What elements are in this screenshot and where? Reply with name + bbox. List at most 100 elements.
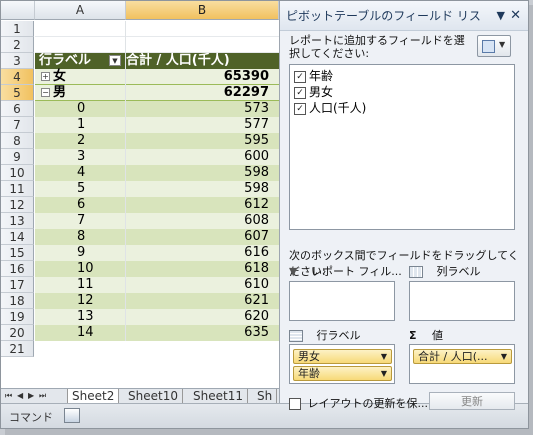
pivot-value-cell[interactable]: 598 bbox=[126, 165, 275, 181]
checkbox-checked-icon[interactable]: ✓ bbox=[294, 86, 306, 99]
pivot-value-cell[interactable]: 62297 bbox=[126, 85, 275, 101]
row-labels-area[interactable]: 男女 ▼ 年齢 ▼ bbox=[289, 344, 395, 384]
value-field-pill[interactable]: 合計 / 人口(... ▼ bbox=[413, 349, 512, 364]
cell[interactable] bbox=[35, 21, 126, 37]
pivot-value-cell[interactable]: 635 bbox=[126, 325, 275, 341]
pivot-item-cell[interactable]: 9 bbox=[35, 245, 126, 261]
layout-options-button[interactable]: ▼ bbox=[477, 35, 511, 57]
pivot-value-cell[interactable]: 607 bbox=[126, 229, 275, 245]
field-item[interactable]: ✓ 男女 bbox=[294, 84, 333, 100]
pivot-group-cell[interactable]: + 女 bbox=[35, 69, 126, 85]
row-header[interactable]: 4 bbox=[1, 69, 34, 85]
pivot-item-cell[interactable]: 0 bbox=[35, 101, 126, 117]
update-button[interactable]: 更新 bbox=[429, 392, 515, 410]
next-sheet-icon[interactable]: ▶ bbox=[28, 391, 34, 400]
pivot-header-cell[interactable]: 合計 / 人口(千人) bbox=[126, 53, 275, 69]
row-field-pill[interactable]: 男女 ▼ bbox=[293, 349, 392, 364]
pivot-item-cell[interactable]: 6 bbox=[35, 197, 126, 213]
row-header[interactable]: 5 bbox=[1, 85, 34, 101]
values-area[interactable]: 合計 / 人口(... ▼ bbox=[409, 344, 515, 384]
row-header[interactable]: 18 bbox=[1, 293, 34, 309]
checkbox-checked-icon[interactable]: ✓ bbox=[294, 102, 306, 115]
pivot-value-cell[interactable]: 598 bbox=[126, 181, 275, 197]
row-header[interactable]: 14 bbox=[1, 229, 34, 245]
pivot-header-cell[interactable]: 行ラベル ▼ bbox=[35, 53, 126, 69]
pivot-item-cell[interactable]: 2 bbox=[35, 133, 126, 149]
pivot-value-cell[interactable]: 621 bbox=[126, 293, 275, 309]
chevron-down-icon[interactable]: ▼ bbox=[381, 367, 387, 380]
pivot-item-cell[interactable]: 14 bbox=[35, 325, 126, 341]
checkbox-unchecked-icon[interactable] bbox=[289, 398, 301, 410]
pivot-group-cell[interactable]: − 男 bbox=[35, 85, 126, 101]
cell[interactable] bbox=[126, 37, 275, 53]
chevron-down-icon[interactable]: ▼ bbox=[381, 350, 387, 363]
prev-sheet-icon[interactable]: ◀ bbox=[17, 391, 23, 400]
filter-dropdown-icon[interactable]: ▼ bbox=[109, 55, 121, 66]
pivot-item-cell[interactable]: 3 bbox=[35, 149, 126, 165]
row-header[interactable]: 8 bbox=[1, 133, 34, 149]
cell[interactable] bbox=[126, 21, 275, 37]
close-icon[interactable]: ✕ bbox=[510, 1, 521, 31]
row-header[interactable]: 7 bbox=[1, 117, 34, 133]
pivot-value-cell[interactable]: 608 bbox=[126, 213, 275, 229]
pivot-value-cell[interactable]: 573 bbox=[126, 101, 275, 117]
pivot-value-cell[interactable]: 600 bbox=[126, 149, 275, 165]
defer-update-checkbox[interactable]: レイアウトの更新を保... bbox=[289, 395, 428, 411]
checkbox-checked-icon[interactable]: ✓ bbox=[294, 70, 306, 83]
row-header[interactable]: 17 bbox=[1, 277, 34, 293]
pivot-value-cell[interactable]: 620 bbox=[126, 309, 275, 325]
row-header[interactable]: 20 bbox=[1, 325, 34, 341]
row-field-pill[interactable]: 年齢 ▼ bbox=[293, 366, 392, 381]
row-header[interactable]: 15 bbox=[1, 245, 34, 261]
pivot-value-cell[interactable]: 612 bbox=[126, 197, 275, 213]
pivot-item-cell[interactable]: 10 bbox=[35, 261, 126, 277]
sheet-tab[interactable]: Sheet11 bbox=[189, 389, 248, 403]
row-header[interactable]: 19 bbox=[1, 309, 34, 325]
column-header-a[interactable]: A bbox=[35, 1, 126, 20]
row-header[interactable]: 6 bbox=[1, 101, 34, 117]
sheet-tab[interactable]: Sheet2 bbox=[67, 389, 120, 403]
pane-options-icon[interactable]: ▼ bbox=[497, 1, 505, 31]
report-filter-area[interactable] bbox=[289, 281, 395, 321]
row-header[interactable]: 12 bbox=[1, 197, 34, 213]
collapse-icon[interactable]: − bbox=[41, 88, 50, 97]
chevron-down-icon[interactable]: ▼ bbox=[501, 350, 507, 363]
pivot-item-cell[interactable]: 11 bbox=[35, 277, 126, 293]
pivot-value-cell[interactable]: 610 bbox=[126, 277, 275, 293]
pivot-item-cell[interactable]: 8 bbox=[35, 229, 126, 245]
cell[interactable] bbox=[35, 37, 126, 53]
expand-icon[interactable]: + bbox=[41, 72, 50, 81]
pivot-value-cell[interactable]: 616 bbox=[126, 245, 275, 261]
pivot-item-cell-text: 6 bbox=[77, 197, 86, 212]
field-item[interactable]: ✓ 人口(千人) bbox=[294, 100, 366, 116]
last-sheet-icon[interactable]: ⏭ bbox=[39, 391, 46, 401]
pivot-item-cell[interactable]: 1 bbox=[35, 117, 126, 133]
row-header[interactable]: 11 bbox=[1, 181, 34, 197]
row-header[interactable]: 16 bbox=[1, 261, 34, 277]
column-labels-area[interactable] bbox=[409, 281, 515, 321]
first-sheet-icon[interactable]: ⏮ bbox=[5, 391, 12, 401]
pivot-item-cell[interactable]: 5 bbox=[35, 181, 126, 197]
row-header[interactable]: 2 bbox=[1, 37, 34, 53]
pivot-value-cell[interactable]: 577 bbox=[126, 117, 275, 133]
sheet-tab[interactable]: Sh bbox=[253, 389, 278, 403]
column-header-b[interactable]: B bbox=[126, 1, 279, 20]
pivot-item-cell[interactable]: 4 bbox=[35, 165, 126, 181]
pivot-value-cell[interactable]: 595 bbox=[126, 133, 275, 149]
row-header[interactable]: 9 bbox=[1, 149, 34, 165]
pivot-item-cell[interactable]: 12 bbox=[35, 293, 126, 309]
row-header[interactable]: 3 bbox=[1, 53, 34, 69]
row-header[interactable]: 13 bbox=[1, 213, 34, 229]
row-header[interactable]: 10 bbox=[1, 165, 34, 181]
select-all-corner[interactable] bbox=[1, 1, 35, 20]
pivot-value-cell[interactable]: 618 bbox=[126, 261, 275, 277]
worksheet-grid[interactable]: A B 1 2 3 4 5 6 7 8 9 10 11 12 13 14 15 16 17 18 19 20 21 行ラ… bbox=[1, 1, 279, 388]
pivot-item-cell[interactable]: 7 bbox=[35, 213, 126, 229]
macro-record-icon[interactable] bbox=[64, 408, 80, 423]
field-item[interactable]: ✓ 年齢 bbox=[294, 68, 333, 84]
sheet-tab[interactable]: Sheet10 bbox=[124, 389, 183, 403]
row-header[interactable]: 1 bbox=[1, 21, 34, 37]
pivot-value-cell[interactable]: 65390 bbox=[126, 69, 275, 85]
pivot-item-cell[interactable]: 13 bbox=[35, 309, 126, 325]
row-header[interactable]: 21 bbox=[1, 341, 34, 357]
